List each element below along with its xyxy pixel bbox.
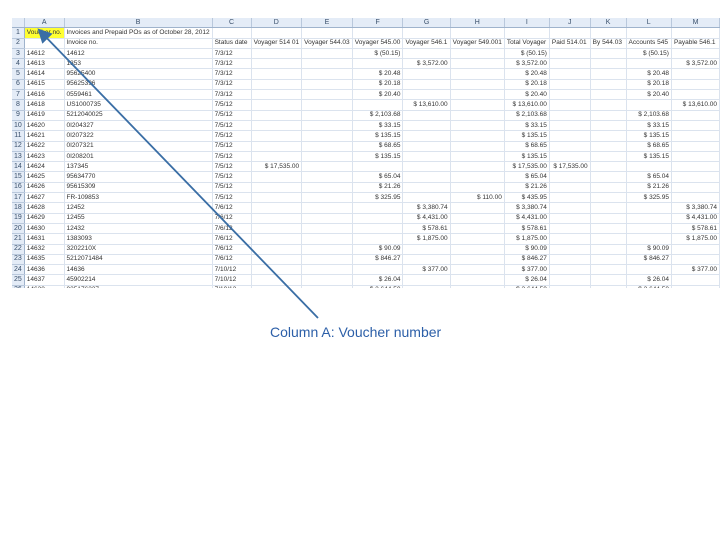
callout-label: Column A: Voucher number [270,324,442,340]
callout-arrow [37,28,319,319]
